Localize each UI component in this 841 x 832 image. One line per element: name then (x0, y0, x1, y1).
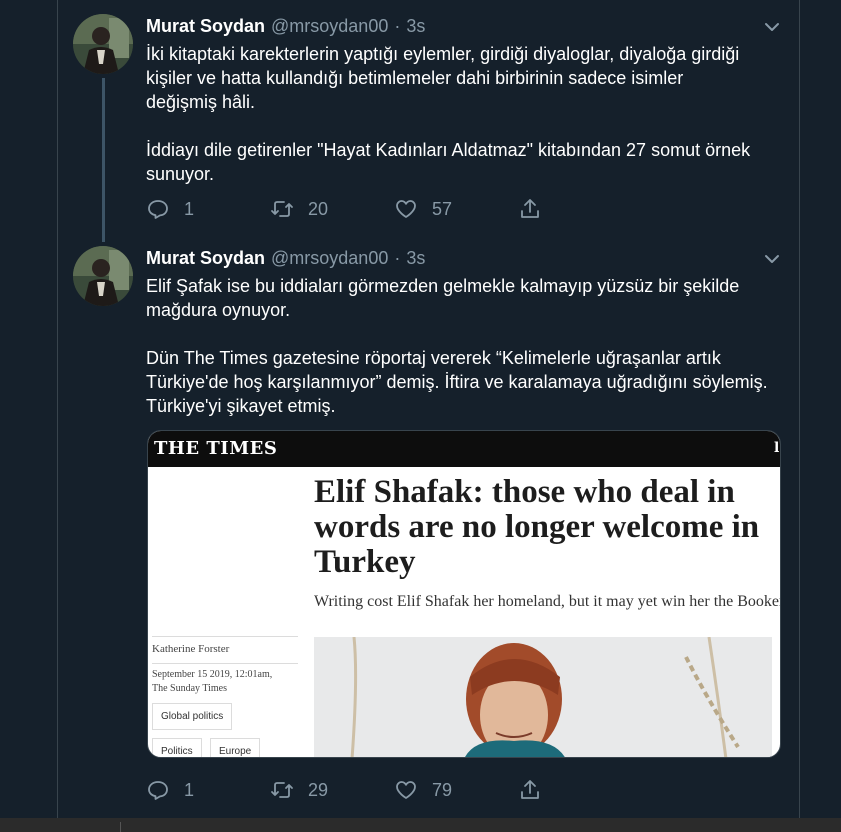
tweet-header: Murat Soydan @mrsoydan00 · 3s (146, 248, 425, 269)
tweet-timestamp[interactable]: 3s (406, 16, 425, 37)
avatar-image (73, 246, 133, 306)
like-button[interactable]: 79 (394, 778, 452, 802)
article-date: September 15 2019, 12:01am, The Sunday T… (152, 669, 273, 694)
share-button[interactable] (518, 197, 542, 221)
tweet-timestamp[interactable]: 3s (406, 248, 425, 269)
retweet-count: 29 (308, 779, 329, 800)
reply-button[interactable]: 1 (146, 778, 194, 802)
retweet-icon (271, 201, 293, 217)
caret-down-icon[interactable] (762, 249, 782, 269)
user-handle[interactable]: @mrsoydan00 (271, 248, 388, 269)
times-header-bar: THE TIMES l (148, 431, 780, 467)
like-count: 57 (432, 198, 453, 219)
header-cut-text: l (774, 440, 780, 456)
tweet-paragraph: İki kitaptaki karekterlerin yaptığı eyle… (146, 44, 740, 112)
like-icon (396, 781, 416, 799)
tweet-paragraph: Elif Şafak ise bu iddiaları görmezden ge… (146, 276, 740, 320)
topic-tag: Europe (210, 738, 261, 757)
times-logo: THE TIMES (154, 438, 278, 459)
user-handle[interactable]: @mrsoydan00 (271, 16, 388, 37)
share-icon (521, 780, 539, 799)
retweet-button[interactable]: 20 (270, 197, 328, 221)
like-count: 79 (432, 779, 453, 800)
reply-count: 1 (184, 198, 195, 219)
share-icon (521, 199, 539, 218)
like-icon (396, 200, 416, 218)
avatar[interactable] (73, 246, 133, 306)
avatar[interactable] (73, 14, 133, 74)
article-headline: Elif Shafak: those who deal in words are… (314, 474, 760, 580)
separator-dot: · (394, 16, 401, 36)
avatar-image (73, 14, 133, 74)
reply-count: 1 (184, 779, 195, 800)
article-photo (314, 637, 772, 757)
tweet-text: İki kitaptaki karekterlerin yaptığı eyle… (146, 42, 786, 186)
reply-icon (148, 781, 168, 800)
reply-button[interactable]: 1 (146, 197, 194, 221)
taskbar-divider (120, 822, 121, 832)
like-button[interactable]: 57 (394, 197, 452, 221)
topic-tag: Politics (152, 738, 202, 757)
share-button[interactable] (518, 778, 542, 802)
tweet-header: Murat Soydan @mrsoydan00 · 3s (146, 16, 425, 37)
topic-tag: Global politics (152, 703, 233, 730)
reply-icon (148, 200, 168, 219)
retweet-icon (271, 782, 293, 798)
tweet-actions: 1 29 79 (146, 778, 546, 804)
article-author: Katherine Forster (152, 636, 298, 664)
display-name[interactable]: Murat Soydan (146, 16, 265, 37)
tweet-text: Elif Şafak ise bu iddiaları görmezden ge… (146, 274, 786, 418)
link-preview-card[interactable]: THE TIMES l Elif Shafak: those who deal … (147, 430, 781, 758)
retweet-button[interactable]: 29 (270, 778, 328, 802)
taskbar-strip (0, 818, 841, 832)
tweet-paragraph: İddiayı dile getirenler "Hayat Kadınları… (146, 140, 751, 184)
tweet-paragraph: Dün The Times gazetesine röportaj verere… (146, 348, 768, 416)
article-standfirst: Writing cost Elif Shafak her homeland, b… (314, 593, 781, 610)
retweet-count: 20 (308, 198, 329, 219)
separator-dot: · (394, 248, 401, 268)
tweet-actions: 1 20 57 (146, 197, 546, 223)
thread-connector-line (102, 78, 105, 242)
display-name[interactable]: Murat Soydan (146, 248, 265, 269)
caret-down-icon[interactable] (762, 17, 782, 37)
